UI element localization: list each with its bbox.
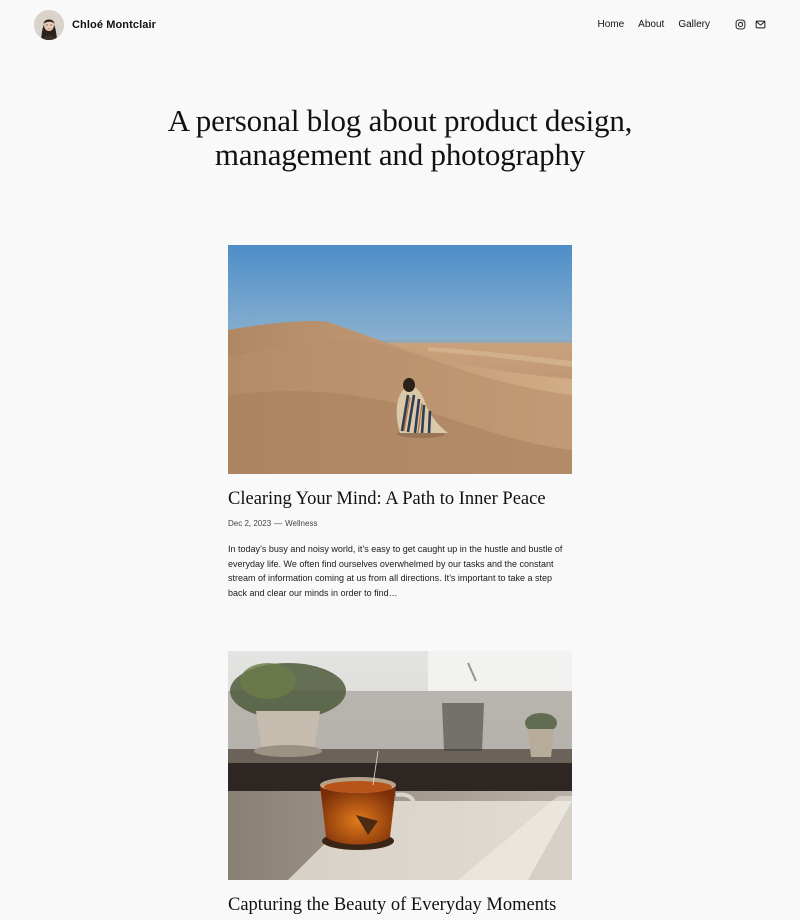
meta-separator: —: [274, 519, 283, 528]
nav-gallery-link[interactable]: Gallery: [678, 19, 710, 30]
desert-photo: [228, 245, 572, 474]
nav-about-link[interactable]: About: [638, 19, 664, 30]
hero-line-1: A personal blog about product design,: [167, 103, 633, 138]
post-meta: Dec 2, 2023 — Wellness: [228, 519, 572, 528]
site-header: Chloé Montclair Home About Gallery: [0, 0, 800, 52]
brand: Chloé Montclair: [34, 10, 156, 40]
post-featured-image[interactable]: [228, 245, 572, 474]
avatar-image: [34, 10, 64, 40]
mail-icon[interactable]: [755, 19, 766, 30]
hero-heading: A personal blog about product design, ma…: [0, 104, 800, 172]
post-card: Clearing Your Mind: A Path to Inner Peac…: [228, 245, 572, 600]
nav-home-link[interactable]: Home: [597, 19, 624, 30]
tea-photo: [228, 651, 572, 880]
post-title[interactable]: Clearing Your Mind: A Path to Inner Peac…: [228, 487, 572, 511]
site-title[interactable]: Chloé Montclair: [72, 19, 156, 31]
avatar[interactable]: [34, 10, 64, 40]
post-card: Capturing the Beauty of Everyday Moments: [228, 651, 572, 917]
post-excerpt: In today’s busy and noisy world, it’s ea…: [228, 544, 563, 598]
main-nav: Home About Gallery: [597, 19, 766, 30]
hero-line-2: management and photography: [214, 137, 586, 172]
post-date: Dec 2, 2023: [228, 519, 272, 528]
post-category-link[interactable]: Wellness: [285, 519, 317, 528]
post-featured-image[interactable]: [228, 651, 572, 880]
post-title[interactable]: Capturing the Beauty of Everyday Moments: [228, 893, 572, 917]
instagram-icon[interactable]: [735, 19, 746, 30]
